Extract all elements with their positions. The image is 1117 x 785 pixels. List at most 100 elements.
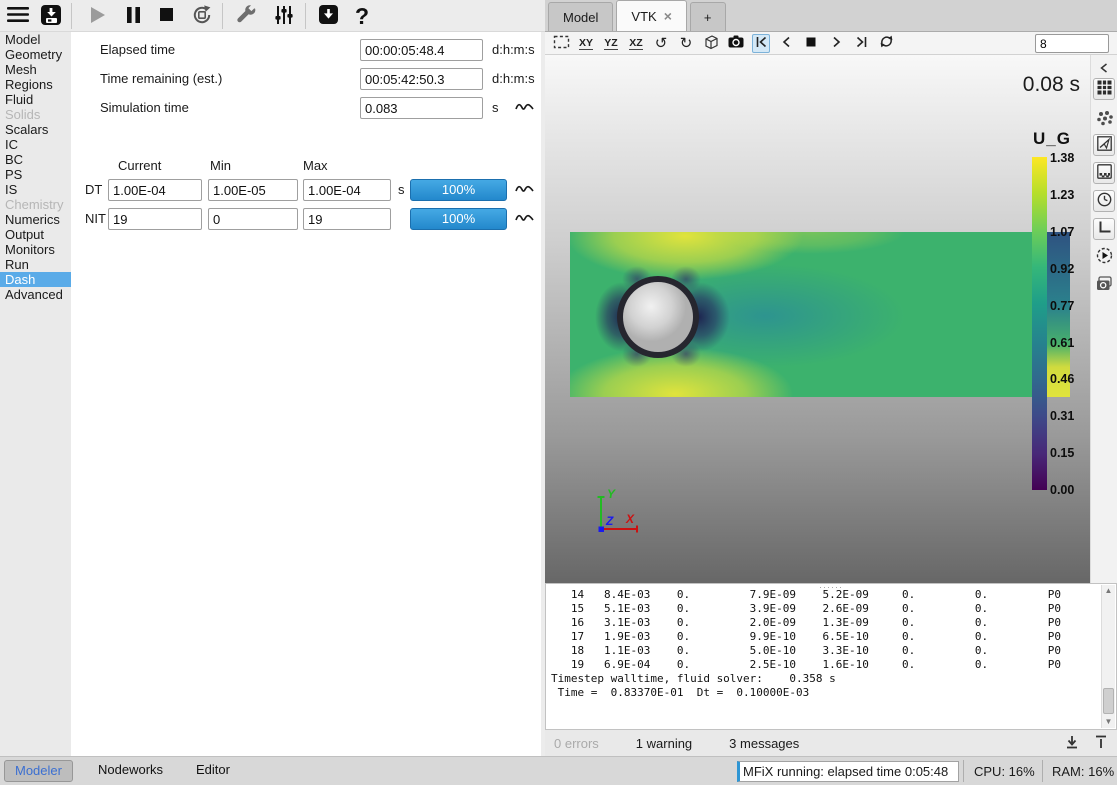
errors-count[interactable]: 0 errors bbox=[554, 736, 599, 751]
toggle-axes-button[interactable] bbox=[1093, 218, 1115, 240]
save-image-button[interactable] bbox=[1093, 274, 1115, 296]
simulation-time-plot-button[interactable] bbox=[513, 97, 535, 119]
sidebar-item-ps[interactable]: PS bbox=[0, 167, 71, 182]
download-button[interactable] bbox=[314, 3, 342, 29]
reset-button[interactable] bbox=[188, 3, 216, 29]
solver-output-terminal[interactable]: ······ 14 8.4E-03 0. 7.9E-09 5.2E-09 0. … bbox=[545, 583, 1117, 730]
save-button[interactable] bbox=[37, 3, 65, 29]
sidebar-item-bc[interactable]: BC bbox=[0, 152, 71, 167]
legend-tick: 0.00 bbox=[1050, 483, 1088, 497]
rotate-right-button[interactable]: ↻ bbox=[677, 34, 695, 53]
last-frame-button[interactable] bbox=[852, 34, 870, 53]
nit-current-input[interactable] bbox=[108, 208, 202, 230]
tab-model[interactable]: Model bbox=[548, 2, 613, 31]
simulation-time-input[interactable] bbox=[360, 97, 483, 119]
mode-button-nodeworks[interactable]: Nodeworks bbox=[88, 760, 173, 782]
legend-tick: 1.07 bbox=[1050, 225, 1088, 239]
axes-corner-icon bbox=[1097, 220, 1112, 238]
vtk-render-view[interactable]: 0.08 s bbox=[545, 55, 1090, 583]
sidebar-item-geometry[interactable]: Geometry bbox=[0, 47, 71, 62]
time-remaining-unit: d:h:m:s bbox=[492, 68, 535, 90]
snapshot-button[interactable] bbox=[727, 34, 745, 53]
dt-min-input[interactable] bbox=[208, 179, 298, 201]
camera-stack-icon bbox=[1096, 276, 1113, 294]
main-toolbar: ? bbox=[0, 0, 545, 32]
column-header-max: Max bbox=[303, 158, 328, 173]
parameters-button[interactable] bbox=[270, 3, 298, 29]
terminal-line: 17 1.9E-03 0. 9.9E-10 6.5E-10 0. 0. P0 bbox=[551, 630, 1061, 644]
cpu-usage: CPU: 16% bbox=[974, 761, 1035, 782]
view-yz-button[interactable]: YZ bbox=[602, 34, 620, 53]
scroll-to-bottom-button[interactable] bbox=[1064, 734, 1080, 753]
sidebar-item-regions[interactable]: Regions bbox=[0, 77, 71, 92]
first-frame-button[interactable] bbox=[752, 34, 770, 53]
menu-button[interactable] bbox=[4, 3, 32, 29]
repeat-button[interactable] bbox=[877, 34, 895, 53]
elapsed-time-input[interactable] bbox=[360, 39, 483, 61]
perspective-button[interactable] bbox=[702, 34, 720, 53]
sidebar-item-output[interactable]: Output bbox=[0, 227, 71, 242]
terminal-line: 15 5.1E-03 0. 3.9E-09 2.6E-09 0. 0. P0 bbox=[551, 602, 1061, 616]
scroll-down-icon[interactable]: ▼ bbox=[1102, 716, 1115, 728]
sidebar-item-run[interactable]: Run bbox=[0, 257, 71, 272]
nit-min-input[interactable] bbox=[208, 208, 298, 230]
dt-max-input[interactable] bbox=[303, 179, 391, 201]
stop-button[interactable] bbox=[152, 3, 180, 29]
toggle-mesh-button[interactable] bbox=[1093, 78, 1115, 100]
close-tab-icon[interactable]: × bbox=[664, 8, 672, 24]
sidebar-item-fluid[interactable]: Fluid bbox=[0, 92, 71, 107]
toggle-particles-button[interactable] bbox=[1093, 108, 1115, 130]
scroll-up-icon[interactable]: ▲ bbox=[1102, 585, 1115, 597]
sidebar-item-mesh[interactable]: Mesh bbox=[0, 62, 71, 77]
frame-number-input[interactable] bbox=[1035, 34, 1109, 53]
view-xy-button[interactable]: XY bbox=[577, 34, 595, 53]
play-animation-button[interactable] bbox=[1093, 246, 1115, 268]
previous-frame-button[interactable] bbox=[777, 34, 795, 53]
sidebar-item-scalars[interactable]: Scalars bbox=[0, 122, 71, 137]
pause-icon bbox=[126, 6, 141, 27]
scroll-to-top-button[interactable] bbox=[1093, 734, 1109, 753]
view-xz-button[interactable]: XZ bbox=[627, 34, 645, 53]
nit-plot-button[interactable] bbox=[513, 208, 535, 230]
pause-button[interactable] bbox=[119, 3, 147, 29]
mode-button-editor[interactable]: Editor bbox=[186, 760, 240, 782]
sidebar-item-is[interactable]: IS bbox=[0, 182, 71, 197]
dt-plot-button[interactable] bbox=[513, 179, 535, 201]
sidebar-item-model[interactable]: Model bbox=[0, 32, 71, 47]
sidebar-item-advanced[interactable]: Advanced bbox=[0, 287, 71, 302]
download-box-icon bbox=[318, 4, 339, 28]
rotate-left-button[interactable]: ↺ bbox=[652, 34, 670, 53]
toggle-geometry-button[interactable] bbox=[1093, 134, 1115, 156]
toggle-colorbar-button[interactable] bbox=[1093, 162, 1115, 184]
tab-vtk[interactable]: VTK × bbox=[616, 0, 686, 31]
terminal-scrollbar[interactable]: ▲ ▼ bbox=[1101, 585, 1115, 728]
messages-count[interactable]: 3 messages bbox=[729, 736, 799, 751]
settings-button[interactable] bbox=[232, 3, 260, 29]
mode-button-modeler[interactable]: Modeler bbox=[4, 760, 73, 782]
orientation-axes: X Y Z bbox=[592, 486, 656, 538]
sidebar-nav: ModelGeometryMeshRegionsFluidSolidsScala… bbox=[0, 32, 71, 756]
stop-playback-button[interactable] bbox=[802, 34, 820, 53]
sidebar-item-dash[interactable]: Dash bbox=[0, 272, 71, 287]
play-button[interactable] bbox=[84, 3, 112, 29]
chevron-right-icon bbox=[832, 36, 841, 51]
legend-tick: 0.92 bbox=[1050, 262, 1088, 276]
time-remaining-input[interactable] bbox=[360, 68, 483, 90]
collapse-panel-button[interactable] bbox=[1093, 57, 1115, 79]
dt-current-input[interactable] bbox=[108, 179, 202, 201]
sidebar-item-numerics[interactable]: Numerics bbox=[0, 212, 71, 227]
sidebar-item-monitors[interactable]: Monitors bbox=[0, 242, 71, 257]
scrollbar-thumb[interactable] bbox=[1103, 688, 1114, 714]
fit-view-button[interactable] bbox=[552, 34, 570, 53]
sidebar-item-ic[interactable]: IC bbox=[0, 137, 71, 152]
help-icon: ? bbox=[355, 5, 369, 28]
column-header-current: Current bbox=[118, 158, 161, 173]
terminal-line: Timestep walltime, fluid solver: 0.358 s bbox=[551, 672, 1061, 686]
nit-max-input[interactable] bbox=[303, 208, 391, 230]
chevron-left-icon bbox=[1100, 61, 1108, 76]
toggle-time-label-button[interactable] bbox=[1093, 190, 1115, 212]
tab-new[interactable]: + bbox=[690, 2, 726, 31]
help-button[interactable]: ? bbox=[348, 3, 376, 29]
next-frame-button[interactable] bbox=[827, 34, 845, 53]
warnings-count[interactable]: 1 warning bbox=[636, 736, 692, 751]
